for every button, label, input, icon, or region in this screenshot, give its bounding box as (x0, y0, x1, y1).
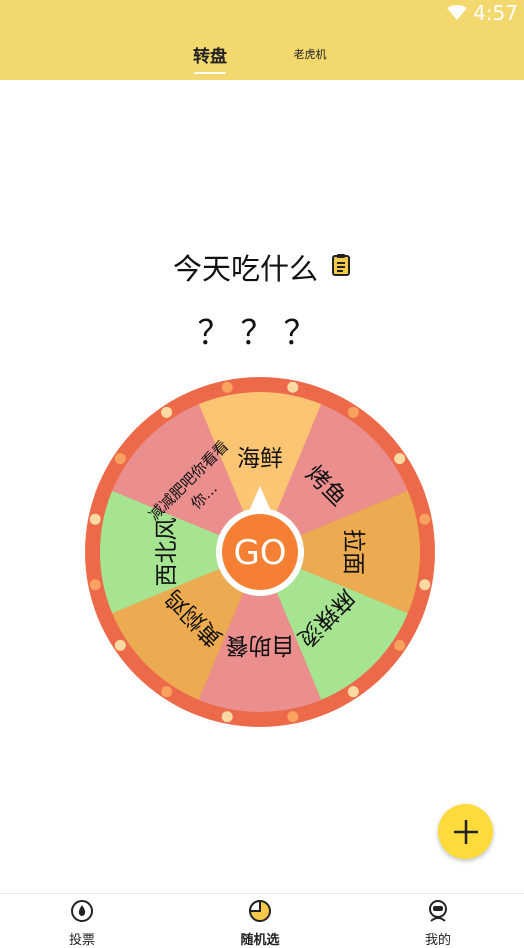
rim-light (287, 381, 299, 393)
status-bar: 4:57 (447, 0, 518, 26)
tab-indicator (194, 72, 226, 74)
rim-light (221, 381, 233, 393)
wheel-segment-label: 拉面 (340, 529, 366, 575)
nav-vote-label: 投票 (68, 933, 95, 948)
rim-light (347, 686, 359, 698)
rim-light (287, 711, 299, 723)
rim-light (114, 453, 126, 465)
rim-light (161, 686, 173, 698)
nav-random-label: 随机选 (240, 933, 280, 948)
rim-light (114, 639, 126, 651)
result-text: ？？？ (197, 313, 327, 352)
rim-light (394, 453, 406, 465)
question-title: 今天吃什么 (172, 252, 318, 286)
bottom-navigation: 投票 随机选 我的 (0, 893, 524, 948)
rim-light (347, 406, 359, 418)
tab-slot-machine[interactable]: 老虎机 (294, 46, 327, 62)
add-button[interactable] (438, 804, 493, 859)
clipboard-icon[interactable] (331, 253, 351, 281)
rim-light (419, 513, 431, 525)
wheel-segment-label: 海鲜 (237, 446, 283, 472)
vote-drop-icon (71, 900, 93, 922)
wheel-segment-label: 自助餐 (226, 632, 295, 658)
wifi-icon (447, 5, 468, 20)
question-row: 今天吃什么 (0, 246, 524, 288)
plus-icon (453, 819, 478, 844)
spin-wheel[interactable]: 海鲜烤鱼拉面麻辣烫自助餐黄焖鸡西北风减减肥吧你看看你... GO (84, 376, 436, 728)
rim-light (161, 406, 173, 418)
nav-mine-label: 我的 (424, 933, 451, 948)
pie-chart-icon (248, 899, 271, 922)
tab-wheel[interactable]: 转盘 (193, 42, 227, 67)
nav-random[interactable]: 随机选 (210, 894, 310, 948)
rim-light (89, 579, 101, 591)
status-time: 4:57 (473, 1, 518, 25)
robot-face-icon (429, 900, 447, 922)
rim-light (221, 711, 233, 723)
nav-mine[interactable]: 我的 (388, 894, 488, 948)
wheel-segment-label: 西北风 (154, 518, 180, 587)
app-header: 4:57 转盘 老虎机 (0, 0, 524, 80)
go-button-label: GO (233, 533, 286, 573)
rim-light (394, 639, 406, 651)
rim-light (419, 579, 431, 591)
rim-light (89, 513, 101, 525)
nav-vote[interactable]: 投票 (32, 894, 132, 948)
